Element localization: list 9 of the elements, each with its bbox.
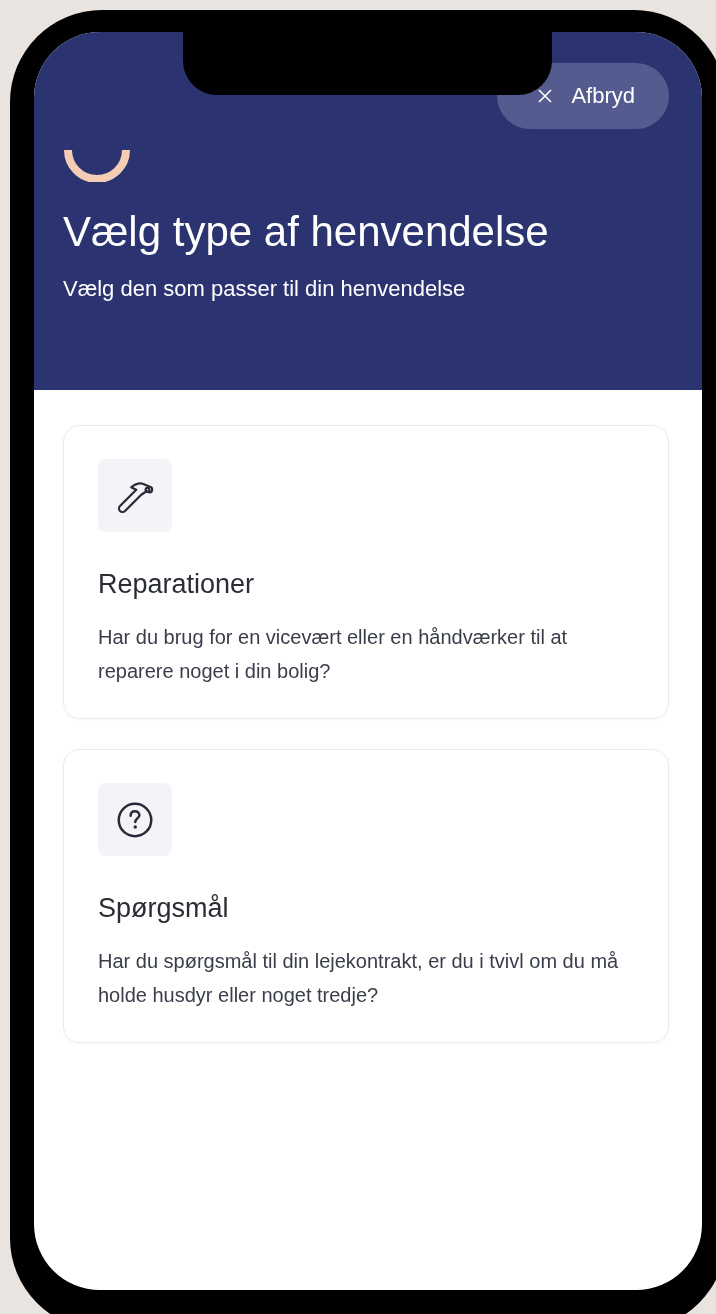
option-title: Reparationer: [98, 568, 256, 601]
close-icon: [537, 88, 554, 104]
option-card[interactable]: Reparationer Har du brug for en vicevært eller en håndværker til at reparere noget i din bolig?: [63, 425, 669, 719]
option-description: Har du brug for en vicevært eller en håndværker til at reparere noget i din bolig?: [98, 625, 569, 684]
option-description: Har du spørgsmål til din lejekontrakt, er du i tvivl om du må holde husdyr eller noget tredje?: [98, 949, 620, 1008]
option-card[interactable]: Spørgsmål Har du spørgsmål til din lejekontrakt, er du i tvivl om du må holde husdyr eller noget tredje?: [63, 749, 669, 1043]
page-title: Vælg type af henvendelse: [63, 207, 550, 257]
page-subtitle: Vælg den som passer til din henvendelse: [63, 275, 467, 303]
option-title: Spørgsmål: [98, 892, 230, 925]
